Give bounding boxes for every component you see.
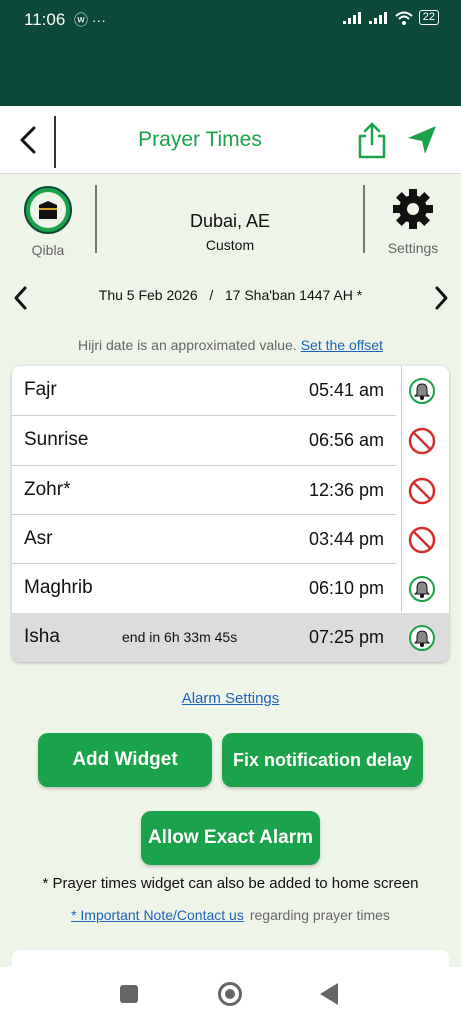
location-name[interactable]: Dubai, AE	[100, 211, 360, 232]
prayer-row-isha[interactable]: Isha end in 6h 33m 45s 07:25 pm	[12, 613, 449, 662]
back-icon[interactable]	[320, 983, 338, 1005]
prayer-name: Fajr	[24, 379, 57, 400]
notification-icons: ⓦ ···	[74, 12, 106, 28]
status-right-icons: 22	[342, 10, 439, 25]
gear-icon	[393, 189, 433, 229]
app-bar: Prayer Times	[0, 106, 461, 174]
alarm-on-icon[interactable]	[408, 377, 436, 405]
divider	[363, 185, 365, 253]
prayer-row-zohr[interactable]: Zohr* 12:36 pm	[12, 466, 449, 515]
prayer-time: 12:36 pm	[308, 480, 384, 500]
add-widget-button[interactable]: Add Widget	[38, 733, 212, 787]
signal-icon	[342, 11, 361, 24]
time-remaining: end in 6h 33m 45s	[122, 629, 238, 645]
prayer-row-maghrib[interactable]: Maghrib 06:10 pm	[12, 564, 449, 613]
system-nav-bar	[0, 967, 461, 1024]
contact-suffix: regarding prayer times	[249, 907, 390, 923]
alarm-off-icon[interactable]	[408, 526, 436, 554]
navigation-arrow-icon[interactable]	[404, 122, 440, 158]
prayer-row-sunrise[interactable]: Sunrise 06:56 am	[12, 416, 449, 465]
allow-exact-alarm-button[interactable]: Allow Exact Alarm	[141, 811, 320, 865]
prayer-row-asr[interactable]: Asr 03:44 pm	[12, 515, 449, 564]
date-navigator: Thu 5 Feb 2026 / 17 Sha'ban 1447 AH *	[0, 280, 461, 314]
contact-note: * Important Note/Contact us regarding pra…	[0, 907, 461, 923]
share-icon[interactable]	[356, 120, 388, 160]
prayer-time: 07:25 pm	[308, 627, 384, 647]
widget-note: * Prayer times widget can also be added …	[42, 875, 419, 892]
home-icon[interactable]	[218, 982, 242, 1006]
prayer-name: Asr	[24, 528, 53, 549]
settings-button[interactable]: Settings	[380, 187, 446, 256]
settings-label: Settings	[387, 240, 439, 256]
date-display: Thu 5 Feb 2026 / 17 Sha'ban 1447 AH *	[40, 287, 421, 303]
prayer-name: Maghrib	[24, 577, 93, 598]
prayer-time: 06:56 am	[308, 430, 384, 450]
prayer-row-fajr[interactable]: Fajr 05:41 am	[12, 366, 449, 415]
contact-link[interactable]: * Important Note/Contact us	[71, 907, 244, 923]
back-arrow-icon[interactable]	[14, 122, 44, 158]
status-time: 11:06	[24, 10, 66, 29]
location-panel: Qibla Dubai, AE Custom Settings	[0, 175, 461, 265]
alarm-off-icon[interactable]	[408, 477, 436, 505]
set-offset-link[interactable]: Set the offset	[301, 337, 383, 353]
prayer-name: Isha	[24, 626, 60, 647]
hijri-date: 17 Sha'ban 1447 AH *	[224, 287, 363, 303]
alarm-settings-link[interactable]: Alarm Settings	[0, 690, 461, 707]
previous-day-icon[interactable]	[10, 284, 32, 312]
signal-icon	[368, 11, 387, 24]
page-title: Prayer Times	[138, 128, 262, 151]
alarm-on-icon[interactable]	[408, 575, 436, 603]
prayer-name: Zohr*	[24, 479, 71, 500]
next-day-icon[interactable]	[430, 284, 452, 312]
qibla-label: Qibla	[31, 242, 65, 258]
prayer-time: 05:41 am	[308, 380, 384, 400]
divider	[95, 185, 97, 253]
kaaba-icon	[24, 186, 72, 234]
date-separator: /	[209, 287, 214, 303]
prayer-times-list: Fajr 05:41 am Sunrise 06:56 am Zohr* 12:…	[12, 366, 449, 662]
gregorian-date: Thu 5 Feb 2026	[98, 287, 198, 303]
battery-icon: 22	[418, 10, 439, 25]
prayer-time: 06:10 pm	[308, 578, 384, 598]
alarm-on-icon[interactable]	[408, 624, 436, 652]
qibla-button[interactable]: Qibla	[22, 185, 74, 258]
hijri-note-text: Hijri date is an approximated value.	[78, 337, 297, 353]
prayer-time: 03:44 pm	[308, 529, 384, 549]
status-bar: 11:06 ⓦ ··· 22	[0, 0, 461, 106]
calculation-method: Custom	[205, 237, 255, 253]
alarm-off-icon[interactable]	[408, 427, 436, 455]
fix-notification-delay-button[interactable]: Fix notification delay	[222, 733, 423, 787]
wifi-icon	[395, 11, 413, 25]
recent-apps-icon[interactable]	[120, 985, 138, 1003]
divider	[54, 116, 56, 168]
hijri-note: Hijri date is an approximated value. Set …	[0, 337, 461, 353]
prayer-name: Sunrise	[24, 429, 89, 450]
